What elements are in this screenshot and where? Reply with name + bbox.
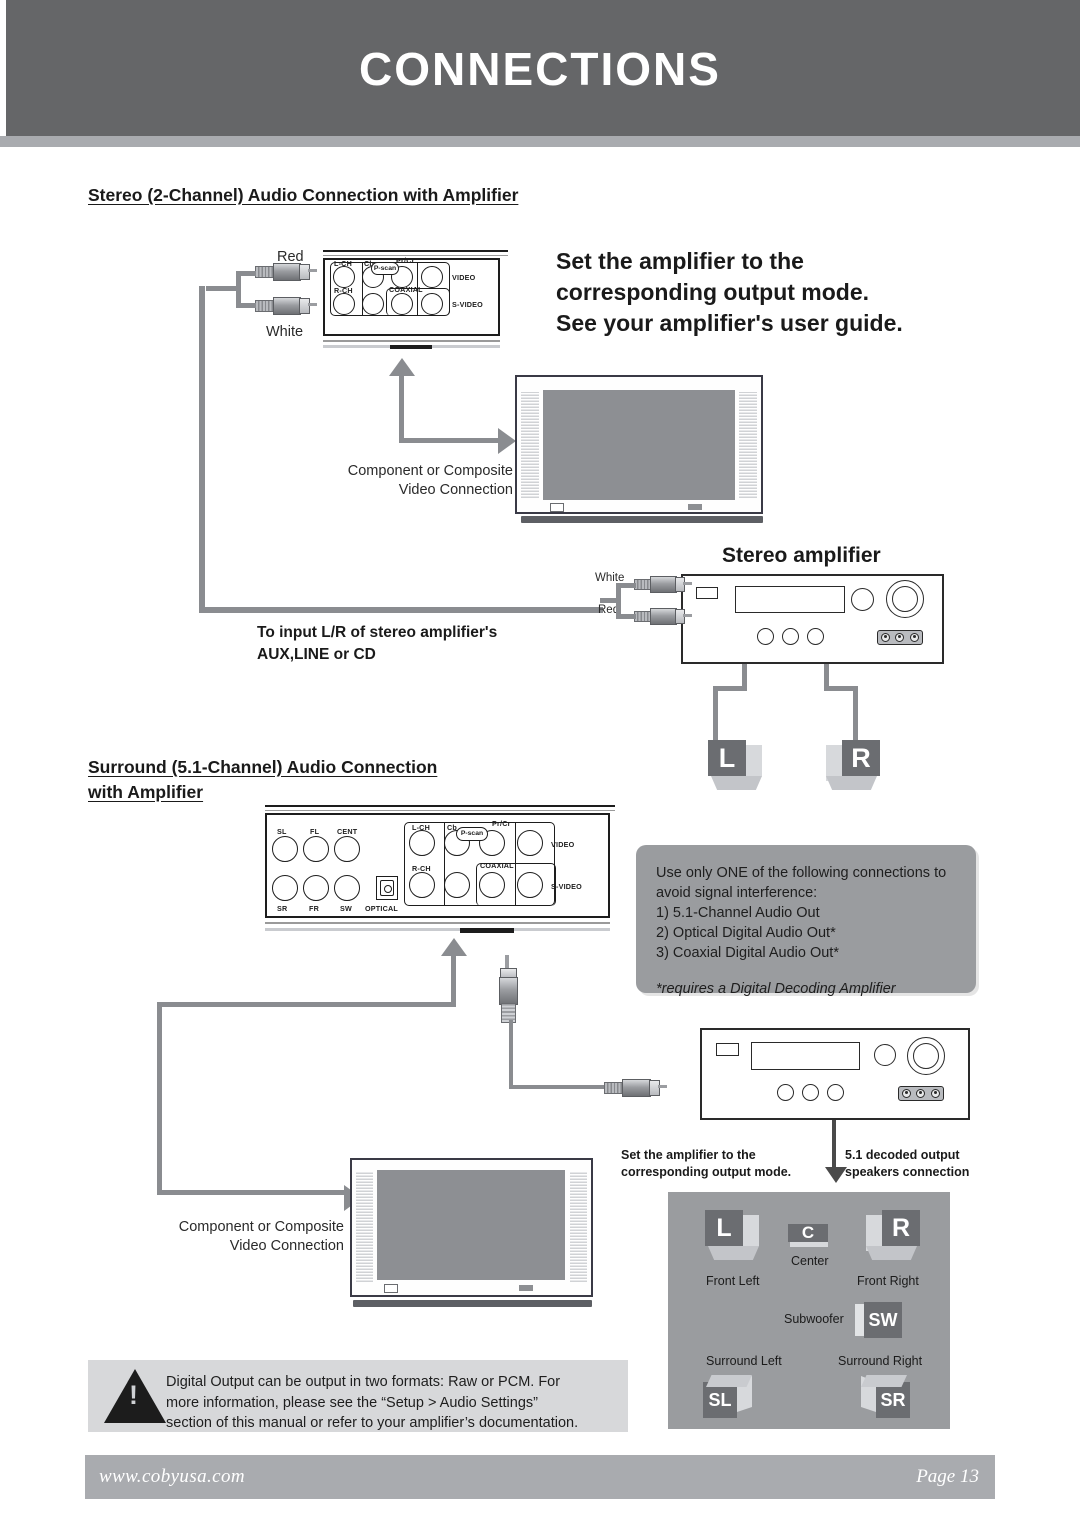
jack-label-fr: FR xyxy=(309,904,319,913)
speaker-subwoofer-badge: SW xyxy=(864,1302,902,1338)
rca-plug-red-amp xyxy=(634,608,692,625)
speaker-front-right: R xyxy=(862,1210,924,1265)
section-heading-surround: Surround (5.1-Channel) Audio Connection … xyxy=(88,757,438,802)
jack-label-r-ch-2: R-CH xyxy=(412,864,431,873)
surround-amp-note: Set the amplifier to the corresponding o… xyxy=(621,1148,792,1179)
speaker-center-label: Center xyxy=(791,1254,829,1268)
speaker-subwoofer-label: Subwoofer xyxy=(784,1312,844,1326)
pscan-badge: P-scan xyxy=(371,262,399,275)
speaker-surround-right-badge: SR xyxy=(876,1382,910,1418)
speaker-center-badge: C xyxy=(788,1223,828,1242)
arrow-to-rear-panel-2 xyxy=(441,938,467,956)
speaker-front-right-badge: R xyxy=(882,1210,920,1246)
jack-label-pr-cr: Pr/Cr xyxy=(396,256,415,265)
page-title: CONNECTIONS xyxy=(359,43,721,95)
video-connection-label-bottom: Component or Composite Video Connection xyxy=(178,1219,344,1254)
arrow-to-rear-panel xyxy=(389,358,415,376)
coax-plug-horizontal xyxy=(604,1079,667,1097)
speaker-left-stereo: L xyxy=(708,740,766,792)
connections-info-box: Use only ONE of the following connection… xyxy=(636,845,976,997)
rca-plug-white-amp xyxy=(634,576,692,593)
speaker-subwoofer: SW xyxy=(855,1302,911,1340)
pscan-badge-2: P-scan xyxy=(456,827,488,841)
speaker-right-badge: R xyxy=(842,740,880,776)
jack-label-optical: OPTICAL xyxy=(365,904,398,913)
speaker-layout-panel: L Front Left C Center R Front Right SW S… xyxy=(668,1192,950,1429)
video-connection-label-top: Component or Composite Video Connection xyxy=(347,463,513,498)
speaker-front-left-label: Front Left xyxy=(706,1274,760,1288)
footer-page-number: Page 13 xyxy=(916,1466,979,1487)
section-heading-stereo: Stereo (2-Channel) Audio Connection with… xyxy=(88,185,519,205)
speaker-surround-left-label: Surround Left xyxy=(706,1354,782,1368)
coax-plug-vertical xyxy=(495,955,519,1023)
jack-label-sw: SW xyxy=(340,904,352,913)
header-divider-rule xyxy=(0,136,1080,147)
speaker-surround-left: SL xyxy=(703,1372,759,1422)
speaker-left-badge: L xyxy=(708,740,746,776)
jack-label-l-ch-2: L-CH xyxy=(412,823,430,832)
stereo-input-note: To input L/R of stereo amplifier's AUX,L… xyxy=(257,624,498,663)
speaker-surround-left-badge: SL xyxy=(703,1382,737,1418)
label-white: White xyxy=(266,324,304,340)
jack-label-l-ch: L-CH xyxy=(334,259,352,268)
arrow-to-tv-top xyxy=(498,428,516,454)
jack-label-video: VIDEO xyxy=(452,273,476,282)
speaker-front-right-label: Front Right xyxy=(857,1274,919,1288)
speaker-front-left-badge: L xyxy=(705,1210,743,1246)
jack-label-fl: FL xyxy=(310,827,320,836)
manual-page: CONNECTIONS Stereo (2-Channel) Audio Con… xyxy=(0,0,1080,1532)
amplifier-mode-callout: Set the amplifier to the corresponding o… xyxy=(556,248,903,336)
speaker-right-stereo: R xyxy=(822,740,880,792)
speaker-surround-right: SR xyxy=(858,1372,914,1422)
jack-label-cent: CENT xyxy=(337,827,358,836)
jack-label-video-2: VIDEO xyxy=(551,840,575,849)
stereo-amplifier-title: Stereo amplifier xyxy=(722,544,881,567)
jack-label-coaxial-2: COAXIAL xyxy=(480,861,514,870)
jack-label-pr-cr-2: Pr/Cr xyxy=(492,819,511,828)
speaker-center: C xyxy=(788,1223,830,1250)
label-red: Red xyxy=(277,249,304,265)
surround-speakers-note: 5.1 decoded output speakers connection xyxy=(845,1148,970,1179)
rca-plug-white xyxy=(255,297,317,315)
jack-label-sl: SL xyxy=(277,827,287,836)
footer-website[interactable]: www.cobyusa.com xyxy=(99,1466,245,1488)
jack-label-s-video-2: S-VIDEO xyxy=(551,882,582,891)
warning-exclamation-icon: ! xyxy=(129,1380,138,1410)
jack-label-s-video: S-VIDEO xyxy=(452,300,483,309)
page-footer: www.cobyusa.com Page 13 xyxy=(85,1455,995,1499)
speaker-front-left: L xyxy=(705,1210,767,1265)
digital-output-notice: ! Digital Output can be output in two fo… xyxy=(88,1360,628,1432)
jack-label-r-ch: R-CH xyxy=(334,286,353,295)
jack-label-coaxial: COAXIAL xyxy=(389,285,423,294)
speaker-surround-right-label: Surround Right xyxy=(838,1354,923,1368)
jack-label-sr: SR xyxy=(277,904,288,913)
